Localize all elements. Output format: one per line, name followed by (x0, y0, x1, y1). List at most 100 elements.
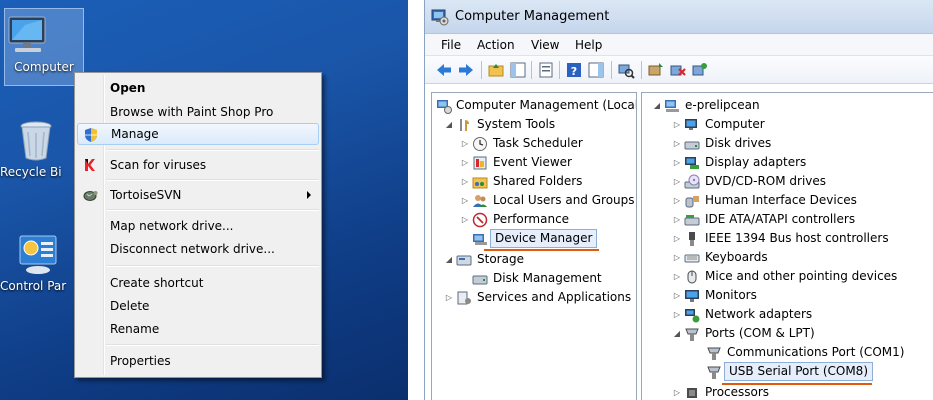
collapsed-triangle-icon[interactable]: ▷ (672, 383, 682, 400)
back-arrow-icon[interactable] (435, 61, 453, 79)
display-adapter-icon (684, 155, 700, 171)
collapsed-triangle-icon[interactable]: ▷ (672, 305, 682, 324)
computer-icon (5, 13, 83, 57)
disk-drive-icon (684, 136, 700, 152)
menu-item-label: Map network drive... (110, 219, 234, 233)
menu-separator (106, 265, 319, 267)
collapsed-triangle-icon[interactable]: ▷ (672, 153, 682, 172)
computer-icon (664, 98, 680, 114)
help-icon[interactable]: ? (565, 61, 583, 79)
desktop-icon-label: Computer (14, 60, 74, 74)
desktop-icon-label: Recycle Bi (0, 165, 62, 179)
menu-item-label: Disconnect network drive... (110, 242, 275, 256)
menu-separator (106, 149, 319, 151)
menu-bar: File Action View Help (425, 34, 933, 56)
toolbar-separator (481, 61, 482, 79)
desktop-icon-computer[interactable]: Computer (4, 8, 84, 86)
collapsed-triangle-icon[interactable]: ▷ (460, 134, 470, 153)
show-hide-action-pane-icon[interactable] (587, 61, 605, 79)
context-menu: Open Browse with Paint Shop Pro Manage S… (74, 72, 322, 378)
menu-separator (106, 209, 319, 211)
collapsed-triangle-icon[interactable]: ▷ (460, 153, 470, 172)
collapsed-triangle-icon[interactable]: ▷ (672, 191, 682, 210)
menu-file[interactable]: File (441, 38, 461, 52)
toolbar-separator (611, 61, 612, 79)
desktop: Computer Recycle Bi Control Par Open Bro… (0, 0, 408, 400)
menu-item-map-network-drive[interactable]: Map network drive... (77, 215, 319, 237)
menu-view[interactable]: View (531, 38, 559, 52)
tree-node-label: IEEE 1394 Bus host controllers (705, 231, 889, 245)
users-icon (472, 193, 488, 209)
services-icon (456, 290, 472, 306)
forward-arrow-icon[interactable] (457, 61, 475, 79)
show-hide-tree-icon[interactable] (509, 61, 527, 79)
clock-icon (472, 136, 488, 152)
up-folder-icon[interactable] (487, 61, 505, 79)
collapsed-triangle-icon[interactable]: ▷ (672, 172, 682, 191)
menu-item-properties[interactable]: Properties (77, 350, 319, 372)
kaspersky-k-icon (82, 157, 98, 173)
desktop-icon-label: Control Par (0, 279, 67, 293)
properties-icon[interactable] (537, 61, 555, 79)
menu-item-scan-for-viruses[interactable]: Scan for viruses (77, 154, 319, 176)
desktop-icon-control-panel[interactable]: Control Par (0, 232, 78, 293)
collapsed-triangle-icon[interactable]: ▷ (444, 288, 454, 307)
collapsed-triangle-icon[interactable]: ▷ (672, 248, 682, 267)
expanded-triangle-icon[interactable]: ◢ (652, 96, 662, 115)
tree-node-label: Ports (COM & LPT) (705, 326, 815, 340)
port-icon (706, 364, 722, 380)
content-area: Computer Management (Local ◢ System Tool… (425, 86, 933, 400)
collapsed-triangle-icon[interactable]: ▷ (460, 191, 470, 210)
menu-item-create-shortcut[interactable]: Create shortcut (77, 272, 319, 294)
collapsed-triangle-icon[interactable]: ▷ (672, 286, 682, 305)
update-driver-icon[interactable] (647, 61, 665, 79)
tree-node-label: Communications Port (COM1) (727, 345, 905, 359)
collapsed-triangle-icon[interactable]: ▷ (672, 267, 682, 286)
menu-item-label: Browse with Paint Shop Pro (110, 105, 274, 119)
tools-icon (456, 117, 472, 133)
menu-item-delete[interactable]: Delete (77, 295, 319, 317)
menu-item-open[interactable]: Open (77, 77, 319, 99)
menu-item-tortoisesvn[interactable]: TortoiseSVN (77, 184, 319, 206)
port-icon (684, 326, 700, 342)
tree-node-label: Computer Management (Local (456, 98, 637, 112)
expanded-triangle-icon[interactable]: ◢ (672, 324, 682, 343)
tree-node-label: Event Viewer (493, 155, 572, 169)
collapsed-triangle-icon[interactable]: ▷ (460, 210, 470, 229)
tree-node-label: Computer (705, 117, 765, 131)
tree-node-label: Disk Management (493, 271, 602, 285)
scan-hardware-icon[interactable] (617, 61, 635, 79)
menu-separator (106, 344, 319, 346)
menu-item-browse-paint-shop-pro[interactable]: Browse with Paint Shop Pro (77, 101, 319, 123)
menu-item-manage[interactable]: Manage (77, 123, 319, 145)
collapsed-triangle-icon[interactable]: ▷ (672, 134, 682, 153)
enable-device-icon[interactable] (691, 61, 709, 79)
menu-item-rename[interactable]: Rename (77, 318, 319, 340)
window-title: Computer Management (455, 9, 610, 24)
expanded-triangle-icon[interactable]: ◢ (444, 250, 454, 269)
tree-node-label: Monitors (705, 288, 757, 302)
console-tree-pane: Computer Management (Local ◢ System Tool… (431, 92, 637, 400)
tree-node-label: Display adapters (705, 155, 807, 169)
expanded-triangle-icon[interactable]: ◢ (444, 115, 454, 134)
collapsed-triangle-icon[interactable]: ▷ (460, 172, 470, 191)
menu-item-label: Properties (110, 354, 171, 368)
device-tree-pane: ◢ e-prelipcean ▷ Computer ▷ Disk drives (641, 92, 933, 400)
tree-node-label: Device Manager (490, 229, 598, 248)
collapsed-triangle-icon[interactable]: ▷ (672, 229, 682, 248)
tree-node-label: DVD/CD-ROM drives (705, 174, 827, 188)
menu-action[interactable]: Action (477, 38, 515, 52)
collapsed-triangle-icon[interactable]: ▷ (672, 115, 682, 134)
menu-item-label: Delete (110, 299, 150, 313)
tree-node-label: Local Users and Groups (493, 193, 635, 207)
menu-help[interactable]: Help (575, 38, 602, 52)
menu-item-disconnect-network-drive[interactable]: Disconnect network drive... (77, 238, 319, 260)
computer-management-window: Computer Management File Action View Hel… (424, 0, 933, 400)
uninstall-device-icon[interactable] (669, 61, 687, 79)
desktop-icon-recycle-bin[interactable]: Recycle Bi (0, 118, 78, 179)
computer-icon (684, 117, 700, 133)
collapsed-triangle-icon[interactable]: ▷ (672, 210, 682, 229)
computer-management-icon (431, 8, 449, 26)
title-bar[interactable]: Computer Management (425, 0, 933, 34)
event-viewer-icon (472, 155, 488, 171)
